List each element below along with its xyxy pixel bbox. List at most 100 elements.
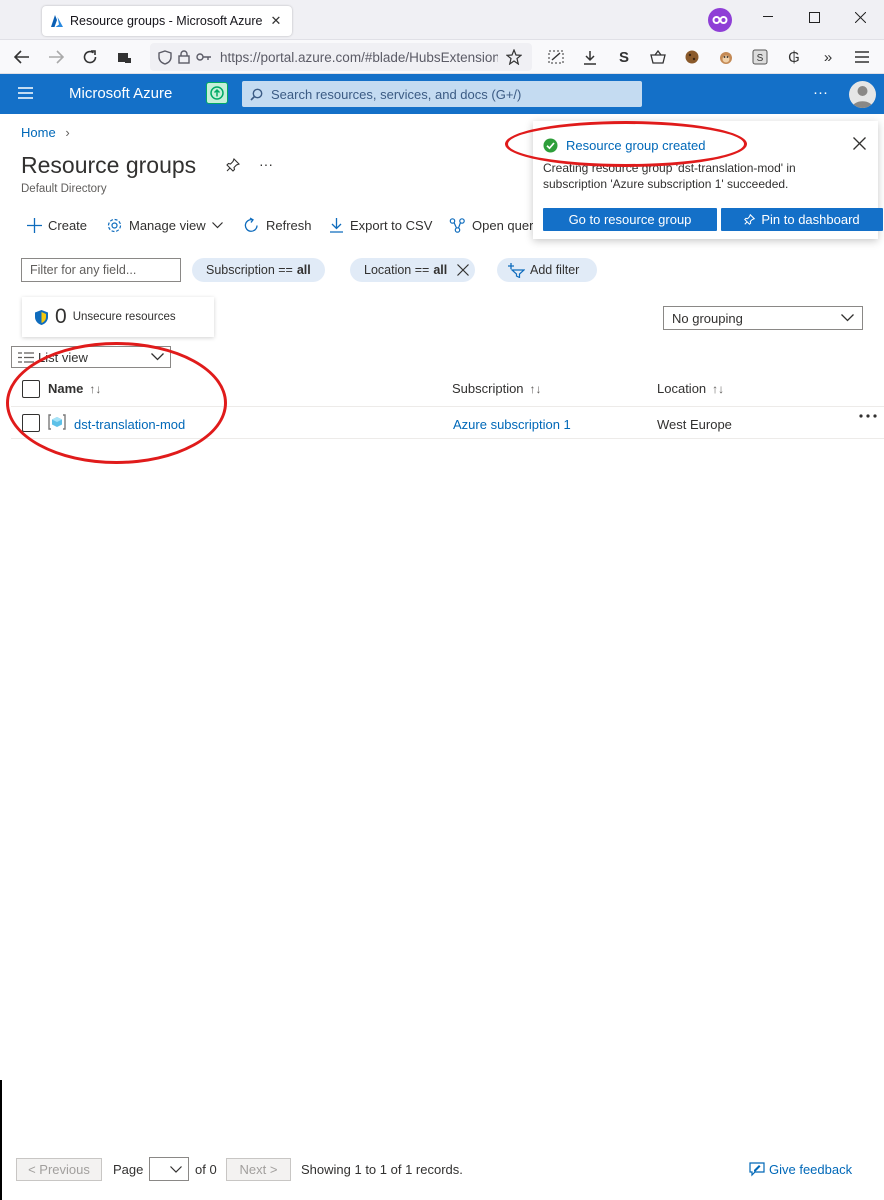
download-icon[interactable] — [577, 45, 603, 69]
go-to-resource-group-label: Go to resource group — [568, 212, 692, 227]
hamburger-menu-icon[interactable] — [849, 45, 875, 69]
filter-input[interactable] — [21, 258, 181, 282]
unsecure-count: 0 — [55, 305, 67, 328]
refresh-button[interactable]: Refresh — [243, 215, 312, 235]
forward-icon[interactable] — [43, 45, 69, 69]
notification-toast: Resource group created Creating resource… — [533, 121, 883, 239]
give-feedback-link[interactable]: Give feedback — [749, 1161, 852, 1177]
svg-text:S: S — [757, 53, 764, 64]
subscription-filter-value: all — [296, 263, 311, 277]
remove-filter-icon[interactable] — [457, 264, 470, 276]
subscription-filter-pill[interactable]: Subscription == all — [192, 258, 325, 282]
notification-message: Creating resource group 'dst-translation… — [543, 161, 796, 191]
chevron-down-icon — [170, 1165, 182, 1173]
browser-tab-title: Resource groups - Microsoft Azure — [70, 14, 263, 28]
pin-icon[interactable] — [226, 158, 240, 172]
chevron-down-icon — [211, 221, 229, 229]
s-box-icon[interactable]: S — [747, 45, 773, 69]
search-icon — [250, 88, 263, 101]
private-browsing-icon — [708, 8, 732, 32]
column-header-subscription[interactable]: Subscription ↑↓ — [452, 381, 542, 396]
sort-icon: ↑↓ — [529, 381, 542, 396]
row-checkbox[interactable] — [22, 414, 40, 432]
extension-icon[interactable] — [111, 45, 137, 69]
azure-logo-icon — [50, 14, 64, 28]
go-to-resource-group-button[interactable]: Go to resource group — [543, 208, 717, 231]
list-view-dropdown[interactable]: List view — [11, 346, 171, 368]
monkey-icon[interactable] — [713, 45, 739, 69]
column-header-location[interactable]: Location ↑↓ — [657, 381, 724, 396]
shield-icon — [158, 49, 172, 65]
open-query-label: Open query — [472, 217, 535, 233]
left-edge-bar — [0, 1080, 2, 1200]
resource-group-link[interactable]: dst-translation-mod — [74, 417, 185, 432]
add-filter-button[interactable]: Add filter — [497, 258, 598, 282]
overflow-chevron-icon[interactable]: » — [815, 45, 841, 69]
previous-page-button[interactable]: < Previous — [16, 1158, 102, 1181]
table-row: dst-translation-mod Azure subscription 1… — [11, 407, 884, 438]
export-csv-button[interactable]: Export to CSV — [329, 215, 432, 235]
azure-more-icon[interactable]: ··· — [813, 84, 828, 101]
chevron-down-icon — [151, 353, 164, 361]
page-title: Resource groups — [21, 152, 197, 178]
key-icon — [196, 52, 212, 62]
page-more-icon[interactable]: ··· — [259, 156, 273, 172]
next-page-button[interactable]: Next > — [226, 1158, 291, 1181]
create-button[interactable]: Create — [27, 215, 87, 235]
cookie-icon[interactable] — [679, 45, 705, 69]
portal-menu-icon[interactable] — [18, 87, 33, 99]
add-filter-icon — [507, 262, 525, 278]
select-all-checkbox[interactable] — [22, 380, 40, 398]
download-arrow-icon — [329, 217, 350, 233]
location-cell: West Europe — [657, 417, 732, 432]
pin-to-dashboard-button[interactable]: Pin to dashboard — [721, 208, 883, 231]
column-name-label: Name — [48, 381, 84, 396]
avatar[interactable] — [849, 81, 876, 108]
sort-icon: ↑↓ — [712, 381, 725, 396]
g-extension-icon[interactable]: ₲ — [781, 45, 807, 69]
basket-icon[interactable] — [645, 45, 671, 69]
gear-icon — [106, 217, 129, 234]
page-label: Page — [113, 1162, 144, 1177]
row-divider — [11, 438, 884, 439]
bookmark-star-icon[interactable] — [506, 49, 522, 65]
browser-tab[interactable]: Resource groups - Microsoft Azure ✕ — [42, 6, 292, 36]
unsecure-label: Unsecure resources — [72, 311, 176, 323]
upgrade-icon[interactable] — [206, 82, 228, 104]
feedback-icon — [749, 1161, 765, 1177]
maximize-icon[interactable] — [802, 6, 826, 28]
address-bar[interactable]: https://portal.azure.com/#blade/HubsExte… — [150, 43, 532, 71]
close-tab-icon[interactable]: ✕ — [268, 13, 284, 29]
column-header-name[interactable]: Name ↑↓ — [48, 381, 101, 396]
page-of-total: of 0 — [195, 1162, 217, 1177]
grouping-dropdown[interactable]: No grouping — [663, 306, 863, 330]
s-extension-icon[interactable]: S — [611, 45, 637, 69]
open-query-button[interactable]: Open query — [449, 215, 535, 235]
query-share-icon — [449, 217, 472, 234]
url-text: https://portal.azure.com/#blade/HubsExte… — [220, 49, 498, 65]
reload-icon[interactable] — [77, 45, 103, 69]
manage-view-button[interactable]: Manage view — [106, 215, 229, 235]
security-shield-icon — [34, 309, 49, 326]
list-view-selected: List view — [38, 349, 88, 365]
azure-brand[interactable]: Microsoft Azure — [69, 85, 172, 102]
back-icon[interactable] — [9, 45, 35, 69]
screenshot-icon[interactable] — [543, 45, 569, 69]
notification-close-icon[interactable] — [853, 137, 866, 150]
global-search[interactable] — [242, 81, 642, 107]
location-filter-pill[interactable]: Location == all — [350, 258, 476, 282]
create-label: Create — [48, 217, 88, 233]
pin-icon — [744, 214, 756, 225]
window-close-icon[interactable] — [848, 6, 872, 28]
success-check-icon — [543, 138, 558, 153]
page-select[interactable] — [149, 1157, 189, 1181]
unsecure-resources-card[interactable]: 0 Unsecure resources — [22, 297, 214, 337]
subscription-link[interactable]: Azure subscription 1 — [453, 417, 571, 432]
minimize-icon[interactable] — [756, 6, 780, 28]
location-filter-value: all — [433, 263, 448, 277]
global-search-input[interactable] — [271, 86, 631, 102]
breadcrumb: Home › — [21, 125, 70, 140]
resource-group-icon — [48, 413, 66, 431]
row-more-icon[interactable] — [859, 413, 877, 419]
breadcrumb-home-link[interactable]: Home — [21, 125, 56, 140]
